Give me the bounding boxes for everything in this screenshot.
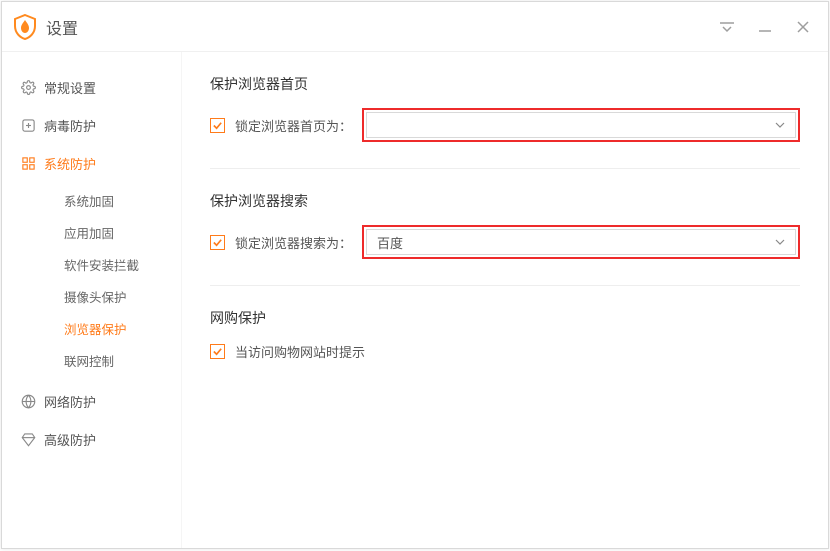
divider [210, 285, 800, 286]
sidebar-item-virus[interactable]: 病毒防护 [2, 106, 181, 144]
settings-window: 设置 [1, 1, 829, 549]
sidebar-subitem-label: 浏览器保护 [64, 319, 127, 338]
chevron-down-icon [775, 120, 785, 130]
section-title: 网购保护 [210, 308, 800, 328]
homepage-select-highlight [362, 108, 800, 142]
content-pane: 保护浏览器首页 锁定浏览器首页为： [182, 52, 828, 548]
section-title: 保护浏览器首页 [210, 74, 800, 94]
search-select[interactable]: 百度 [366, 229, 796, 255]
sidebar-subitem-label: 联网控制 [64, 351, 114, 370]
sidebar-subitem-system-harden[interactable]: 系统加固 [2, 184, 181, 216]
menu-button[interactable] [714, 14, 740, 40]
plus-square-icon [20, 117, 36, 133]
select-value: 百度 [377, 233, 403, 252]
sidebar-item-label: 网络防护 [44, 392, 96, 411]
diamond-icon [20, 431, 36, 447]
sidebar-subitem-label: 摄像头保护 [64, 287, 127, 306]
sidebar-item-label: 常规设置 [44, 78, 96, 97]
close-button[interactable] [790, 14, 816, 40]
sidebar-item-label: 高级防护 [44, 430, 96, 449]
globe-icon [20, 393, 36, 409]
window-title: 设置 [46, 15, 78, 39]
sidebar-item-network[interactable]: 网络防护 [2, 382, 181, 420]
sidebar-subitem-camera-protect[interactable]: 摄像头保护 [2, 280, 181, 312]
homepage-select[interactable] [366, 112, 796, 138]
window-body: 常规设置 病毒防护 [2, 52, 828, 548]
sidebar-sublist-system: 系统加固 应用加固 软件安装拦截 摄像头保护 浏览器保护 联网控制 [2, 182, 181, 382]
sidebar-subitem-label: 应用加固 [64, 223, 114, 242]
checkbox-label: 当访问购物网站时提示 [235, 342, 365, 361]
row-shopping-prompt: 当访问购物网站时提示 [210, 342, 800, 361]
sidebar: 常规设置 病毒防护 [2, 52, 182, 548]
sidebar-subitem-install-block[interactable]: 软件安装拦截 [2, 248, 181, 280]
sidebar-subitem-app-harden[interactable]: 应用加固 [2, 216, 181, 248]
minimize-button[interactable] [752, 14, 778, 40]
row-search-lock: 锁定浏览器搜索为： 百度 [210, 225, 800, 259]
sidebar-item-general[interactable]: 常规设置 [2, 68, 181, 106]
checkbox-label: 锁定浏览器首页为： [235, 116, 352, 135]
search-select-highlight: 百度 [362, 225, 800, 259]
checkbox-homepage-lock[interactable] [210, 118, 225, 133]
sidebar-subitem-label: 系统加固 [64, 191, 114, 210]
sidebar-item-advanced[interactable]: 高级防护 [2, 420, 181, 458]
sidebar-item-label: 病毒防护 [44, 116, 96, 135]
checkbox-shopping-prompt[interactable] [210, 344, 225, 359]
section-search-protect: 保护浏览器搜索 锁定浏览器搜索为： 百度 [210, 191, 800, 259]
row-homepage-lock: 锁定浏览器首页为： [210, 108, 800, 142]
section-shopping-protect: 网购保护 当访问购物网站时提示 [210, 308, 800, 361]
sidebar-subitem-network-control[interactable]: 联网控制 [2, 344, 181, 376]
sidebar-item-system[interactable]: 系统防护 [2, 144, 181, 182]
app-logo-icon [14, 14, 36, 40]
gear-icon [20, 79, 36, 95]
sidebar-subitem-label: 软件安装拦截 [64, 255, 139, 274]
section-title: 保护浏览器搜索 [210, 191, 800, 211]
checkbox-search-lock[interactable] [210, 235, 225, 250]
grid-icon [20, 155, 36, 171]
checkbox-label: 锁定浏览器搜索为： [235, 233, 352, 252]
titlebar: 设置 [2, 2, 828, 52]
sidebar-subitem-browser-protect[interactable]: 浏览器保护 [2, 312, 181, 344]
chevron-down-icon [775, 237, 785, 247]
sidebar-item-label: 系统防护 [44, 154, 96, 173]
divider [210, 168, 800, 169]
section-homepage-protect: 保护浏览器首页 锁定浏览器首页为： [210, 74, 800, 142]
